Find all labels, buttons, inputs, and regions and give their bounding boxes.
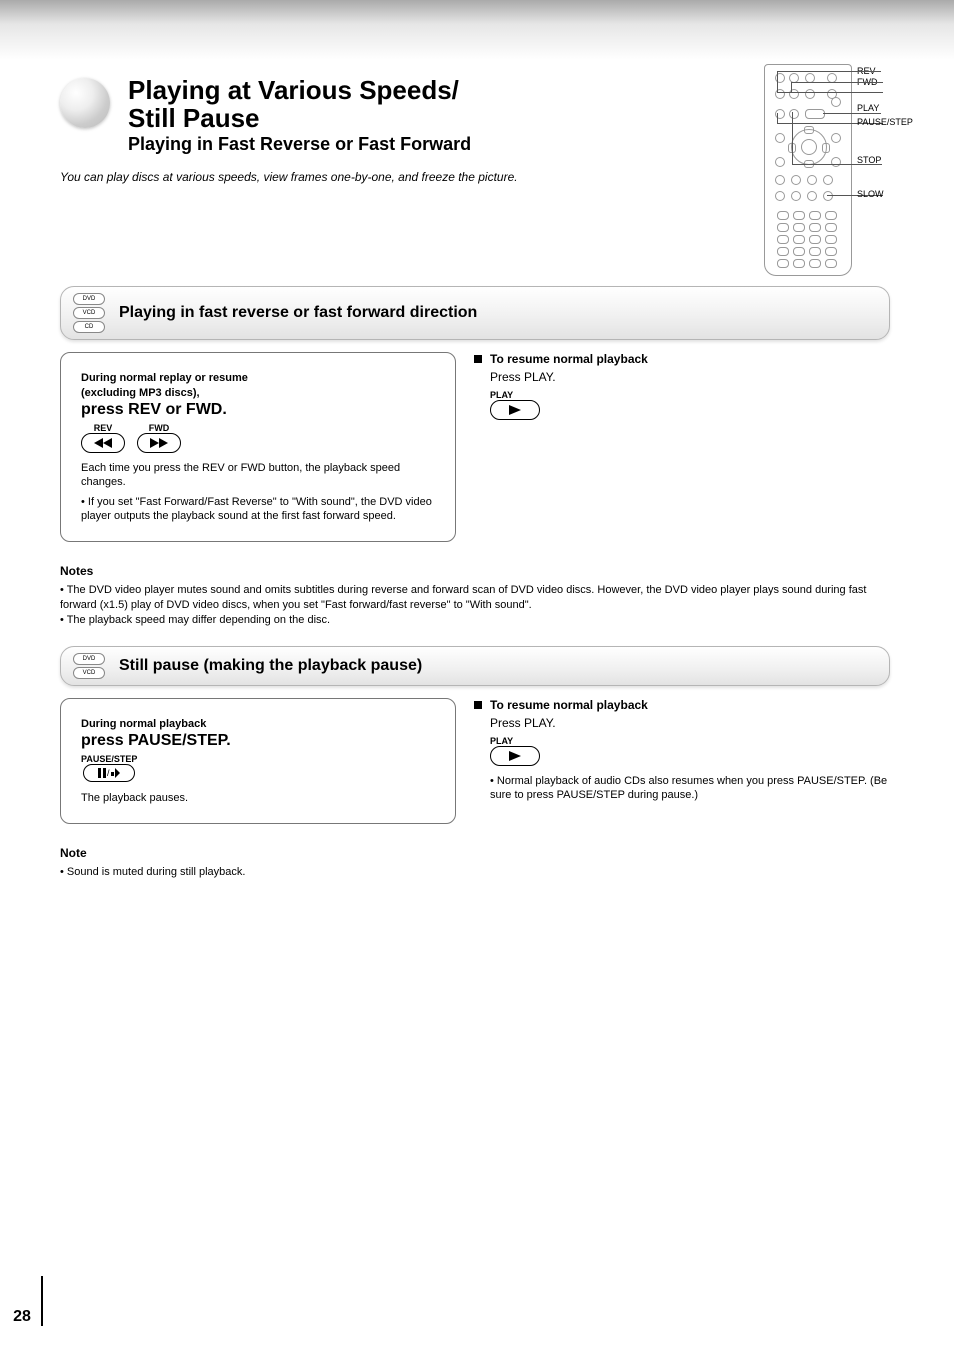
procedure-note2: • If you set "Fast Forward/Fast Reverse"… [81, 495, 435, 523]
sphere-decoration [60, 78, 110, 128]
section-still-pause: DVD VCD Still pause (making the playback… [60, 646, 890, 686]
rev-label: REV [81, 423, 125, 433]
procedure-text-line2: (excluding MP3 discs), [81, 387, 200, 399]
notes-heading: Notes [60, 564, 890, 579]
page-number: 28 [13, 1308, 31, 1326]
notes1-item1: • The playback speed may differ dependin… [60, 613, 890, 628]
procedure-box-fast: During normal replay or resume (excludin… [60, 352, 456, 542]
procedure-text-line1: During normal replay or resume [81, 372, 248, 384]
remote-diagram: REV FWD PLAY PAUSE/STEP STOP SLOW [764, 64, 852, 276]
notes2-item0: • Sound is muted during still playback. [60, 865, 890, 880]
procedure-note1: Each time you press the REV or FWD butto… [81, 461, 435, 489]
section2-title: Still pause (making the playback pause) [119, 657, 422, 675]
notes2-heading: Note [60, 846, 890, 861]
play-label-2: PLAY [490, 736, 890, 746]
remote-dpad [791, 129, 827, 165]
disc-type-pills-2: DVD VCD [73, 653, 105, 679]
resume-title: To resume normal playback [490, 352, 648, 366]
pause-step-button-icon: / [83, 764, 135, 782]
resume-note-2: • Normal playback of audio CDs also resu… [490, 774, 890, 802]
pill-dvd-2: DVD [73, 653, 105, 665]
resume-title-2: To resume normal playback [490, 698, 648, 712]
pill-vcd: VCD [73, 307, 105, 319]
square-bullet-icon-2 [474, 701, 482, 709]
page-title-line2: Still Pause [128, 103, 260, 133]
resume-column: To resume normal playback Press PLAY. PL… [474, 352, 890, 420]
page-header: Playing at Various Speeds/ Still Pause P… [60, 70, 890, 280]
notes1-item0: • The DVD video player mutes sound and o… [60, 583, 890, 613]
procedure2-note: The playback pauses. [81, 791, 435, 805]
pause-label: PAUSE/STEP [81, 754, 137, 764]
remote-play-button [805, 109, 825, 119]
remote-slow-button [823, 191, 833, 201]
top-gradient [0, 0, 954, 60]
page-intro: You can play discs at various speeds, vi… [60, 170, 518, 184]
manual-page: 28 Playing at Various Speeds/ Still Paus… [0, 0, 954, 1346]
procedure2-context: During normal playback [81, 717, 435, 732]
lead-label-pause: PAUSE/STEP [857, 117, 913, 127]
fwd-button-icon [137, 433, 181, 453]
remote-stop-button [789, 109, 799, 119]
square-bullet-icon [474, 355, 482, 363]
disc-type-pills: DVD VCD CD [73, 293, 105, 333]
fwd-label: FWD [137, 423, 181, 433]
notes-block-2: Note • Sound is muted during still playb… [60, 846, 890, 880]
remote-body: REV FWD PLAY PAUSE/STEP STOP SLOW [764, 64, 852, 276]
lead-label-slow: SLOW [857, 189, 884, 199]
play-label: PLAY [490, 390, 890, 400]
pill-dvd: DVD [73, 293, 105, 305]
resume-text: Press PLAY. [490, 370, 556, 384]
rev-button-icon [81, 433, 125, 453]
svg-text:/: / [107, 768, 110, 778]
section2-columns: During normal playback press PAUSE/STEP.… [60, 698, 890, 824]
procedure2-step: press PAUSE/STEP. [81, 732, 435, 750]
page-title: Playing at Various Speeds/ Still Pause [128, 76, 459, 132]
play-button-icon-2 [490, 746, 540, 766]
pill-cd: CD [73, 321, 105, 333]
page-number-divider [41, 1276, 43, 1326]
procedure-step: press REV or FWD. [81, 401, 435, 419]
page-number-region: 28 [0, 1256, 44, 1346]
resume-text-2: Press PLAY. [490, 716, 556, 730]
play-button-icon [490, 400, 540, 420]
notes-block-1: Notes • The DVD video player mutes sound… [60, 564, 890, 628]
lead-label-play: PLAY [857, 103, 879, 113]
section1-columns: During normal replay or resume (excludin… [60, 352, 890, 542]
page-subtitle: Playing in Fast Reverse or Fast Forward [128, 134, 471, 155]
pill-vcd-2: VCD [73, 667, 105, 679]
section-title: Playing in fast reverse or fast forward … [119, 304, 477, 322]
section-fast-playback: DVD VCD CD Playing in fast reverse or fa… [60, 286, 890, 340]
page-title-line1: Playing at Various Speeds/ [128, 75, 459, 105]
procedure-box-pause: During normal playback press PAUSE/STEP.… [60, 698, 456, 824]
resume-column-2: To resume normal playback Press PLAY. PL… [474, 698, 890, 802]
